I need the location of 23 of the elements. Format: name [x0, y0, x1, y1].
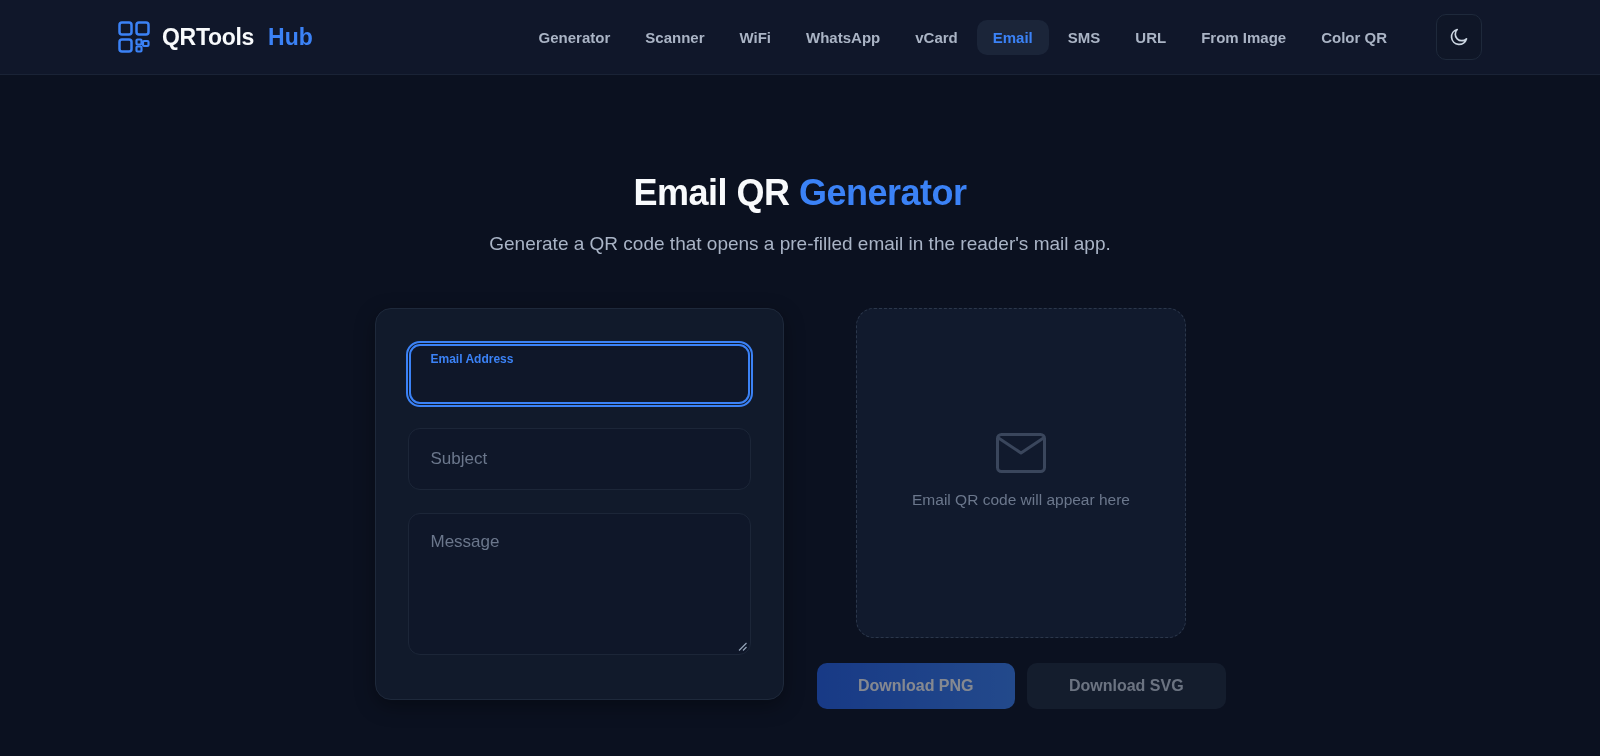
nav-tab[interactable]: vCard [899, 19, 974, 55]
nav-tab[interactable]: Scanner [629, 19, 721, 55]
envelope-icon [996, 433, 1046, 473]
qr-logo-icon [118, 21, 150, 53]
page-subtitle: Generate a QR code that opens a pre-filled email in the reader's mail app. [489, 232, 1111, 256]
message-field[interactable]: Message [407, 513, 751, 655]
page-title: Email QR Generator [633, 171, 967, 215]
resize-grip-icon[interactable] [737, 642, 747, 651]
nav-tab[interactable]: Generator [522, 19, 627, 55]
nav-tab[interactable]: WhatsApp [790, 19, 897, 55]
input-field[interactable]: Subject [407, 428, 751, 490]
brand-name-accent: Hub [268, 23, 313, 51]
nav-tab[interactable]: URL [1119, 19, 1183, 55]
nav-tab[interactable]: WiFi [723, 19, 788, 55]
input-field[interactable]: Email Address [405, 341, 753, 407]
nav-tab[interactable]: SMS [1051, 19, 1117, 55]
nav-tab[interactable]: Color QR [1305, 19, 1403, 55]
theme-toggle-button[interactable] [1436, 14, 1482, 60]
brand-name: QRTools [162, 23, 255, 51]
nav-tab[interactable]: From Image [1185, 19, 1303, 55]
nav-tab[interactable]: Email [976, 19, 1049, 55]
moon-icon [1449, 27, 1469, 47]
preview-placeholder-text: Email QR code will appear here [912, 491, 1130, 509]
